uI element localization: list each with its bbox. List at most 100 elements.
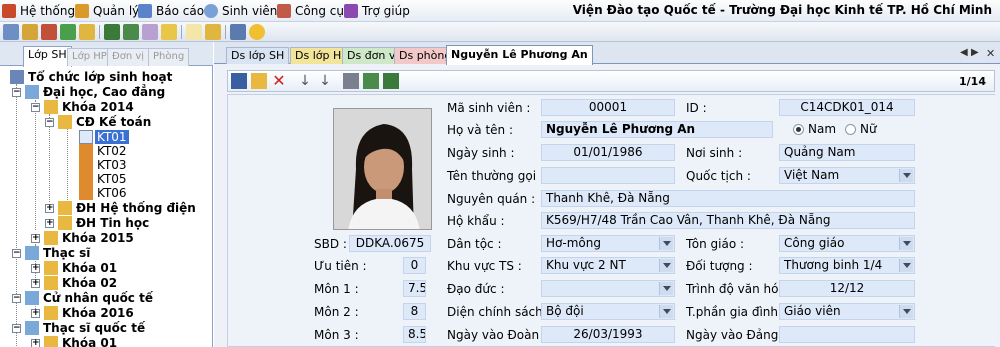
expand-icon[interactable]: + [31,339,40,347]
tree-node-thac-si[interactable]: − Thạc sĩ [12,246,212,260]
ngay-sinh-field[interactable]: 01/01/1986 [541,144,675,161]
tree-root[interactable]: Tổ chức lớp sinh hoạt [10,70,210,84]
sbd-field[interactable]: DDKA.0675 [349,235,431,252]
collapse-icon[interactable]: − [12,249,21,258]
tree-node-ts-khoa-02[interactable]: + Khóa 02 [31,276,211,290]
tree-node-dai-hoc[interactable]: − Đại học, Cao đẳng [12,85,212,99]
key-icon[interactable] [22,24,38,40]
ma-sinh-vien-field[interactable]: 00001 [541,99,675,116]
tab-close-icon[interactable]: ✕ [986,47,995,60]
noi-sinh-field[interactable]: Quảng Nam [779,144,915,161]
ho-khau-field[interactable]: K569/H7/48 Trần Cao Vân, Thanh Khê, Đà N… [541,212,915,229]
save-icon[interactable] [231,73,247,89]
collapse-icon[interactable]: − [45,118,54,127]
tree-node-khoa-2014[interactable]: − Khóa 2014 [31,100,211,114]
tab-ds-lop-sh[interactable]: Ds lớp SH [226,47,290,64]
tree-node-kt03[interactable]: KT03 [63,158,203,172]
print-icon[interactable] [343,73,359,89]
users-icon[interactable] [3,24,19,40]
tree-node-cu-nhan-quoc-te[interactable]: − Cử nhân quốc tế [12,291,212,305]
menu-sinh-vien[interactable]: Sinh viên [204,3,277,19]
khu-vuc-ts-select[interactable]: Khu vực 2 NT [541,257,675,274]
tree-node-ts-khoa-01[interactable]: + Khóa 01 [31,261,211,275]
dropdown-arrow-icon[interactable] [899,169,913,182]
menu-cong-cu[interactable]: Công cụ [277,3,344,19]
dropdown-arrow-icon[interactable] [659,259,673,272]
tree-node-kt02[interactable]: KT02 [63,144,203,158]
user-list-icon[interactable] [383,73,399,89]
dao-duc-select[interactable] [541,280,675,297]
move-last-icon[interactable]: ↓ [317,73,333,89]
list-icon[interactable] [123,24,139,40]
group-icon[interactable] [60,24,76,40]
expand-icon[interactable]: + [31,309,40,318]
dropdown-arrow-icon[interactable] [659,282,673,295]
id-field[interactable]: C14CDK01_014 [779,99,915,116]
note-icon[interactable] [186,24,202,40]
mon-3-field[interactable]: 8.5 [403,326,426,343]
tree-node-cd-ke-toan[interactable]: − CĐ Kế toán [45,115,205,129]
tree-node-khoa-2016[interactable]: + Khóa 2016 [31,306,211,320]
expand-icon[interactable]: + [45,204,54,213]
new-icon[interactable] [251,73,267,89]
ton-giao-select[interactable]: Công giáo [779,235,915,252]
dropdown-arrow-icon[interactable] [659,305,673,318]
thanh-phan-gia-dinh-select[interactable]: Giáo viên [779,303,915,320]
dropdown-arrow-icon[interactable] [899,259,913,272]
tab-scroll-right-icon[interactable]: ▶ [971,47,979,58]
ngay-vao-dang-field[interactable] [779,326,915,343]
folder-icon[interactable] [79,24,95,40]
tree-node-khoa-2015[interactable]: + Khóa 2015 [31,231,211,245]
expand-icon[interactable]: + [31,264,40,273]
gender-male-radio[interactable] [793,124,804,135]
menu-tro-giup[interactable]: Trợ giúp [344,3,410,19]
collapse-icon[interactable]: − [12,324,21,333]
move-down-icon[interactable]: ↓ [297,73,313,89]
form-icon[interactable] [142,24,158,40]
menu-he-thong[interactable]: Hệ thống [2,3,75,19]
tree-node-dh-he-thong-dien[interactable]: + ĐH Hệ thống điện [45,201,210,215]
menu-quan-ly[interactable]: Quản lý [75,3,139,19]
trinh-do-van-hoa-field[interactable]: 12/12 [779,280,915,297]
tab-don-vi[interactable]: Đơn vị [107,48,150,66]
tree-node-dh-tin-hoc[interactable]: + ĐH Tin học [45,216,210,230]
class-tree[interactable]: Tổ chức lớp sinh hoạt − Đại học, Cao đẳng… [0,70,212,347]
expand-icon[interactable]: + [31,234,40,243]
tab-lop-sh[interactable]: Lớp SH [23,46,72,67]
expand-icon[interactable]: + [45,219,54,228]
menu-bao-cao[interactable]: Báo cáo [138,3,204,19]
edit-icon[interactable] [161,24,177,40]
dropdown-arrow-icon[interactable] [899,305,913,318]
tree-node-kt05[interactable]: KT05 [63,172,203,186]
dan-toc-select[interactable]: Hơ-mông [541,235,675,252]
tree-node-kt01[interactable]: KT01 [63,130,203,144]
dien-chinh-sach-select[interactable]: Bộ đội [541,303,675,320]
quoc-tich-select[interactable]: Việt Nam [779,167,915,184]
tree-node-kt06[interactable]: KT06 [63,186,203,200]
ho-ten-field[interactable]: Nguyễn Lê Phương An [541,121,773,138]
tab-phong[interactable]: Phòng [148,48,190,66]
nguyen-quan-field[interactable]: Thanh Khê, Đà Nẵng [541,190,915,207]
collapse-icon[interactable]: − [12,294,21,303]
tab-student-record[interactable]: Nguyễn Lê Phương An [446,45,593,65]
uu-tien-field[interactable]: 0 [403,257,426,274]
refresh-icon[interactable] [230,24,246,40]
doi-tuong-select[interactable]: Thương binh 1/4 [779,257,915,274]
tab-ds-phong[interactable]: Ds phòng [394,47,448,64]
dropdown-arrow-icon[interactable] [659,237,673,250]
ten-thuong-goi-field[interactable] [541,167,675,184]
dropdown-arrow-icon[interactable] [899,237,913,250]
collapse-icon[interactable]: − [31,103,40,112]
tree-node-thac-si-quoc-te[interactable]: − Thạc sĩ quốc tế [12,321,212,335]
tab-lop-hp[interactable]: Lớp HP [67,48,112,66]
collapse-icon[interactable]: − [12,88,21,97]
expand-icon[interactable]: + [31,279,40,288]
delete-icon[interactable]: ✕ [271,73,287,89]
tools-icon[interactable] [41,24,57,40]
tab-scroll-left-icon[interactable]: ◀ [960,47,968,58]
ngay-vao-doan-field[interactable]: 26/03/1993 [541,326,675,343]
gender-female-radio[interactable] [845,124,856,135]
open-folder-icon[interactable] [205,24,221,40]
user-card-icon[interactable] [363,73,379,89]
help-icon[interactable] [249,24,265,40]
